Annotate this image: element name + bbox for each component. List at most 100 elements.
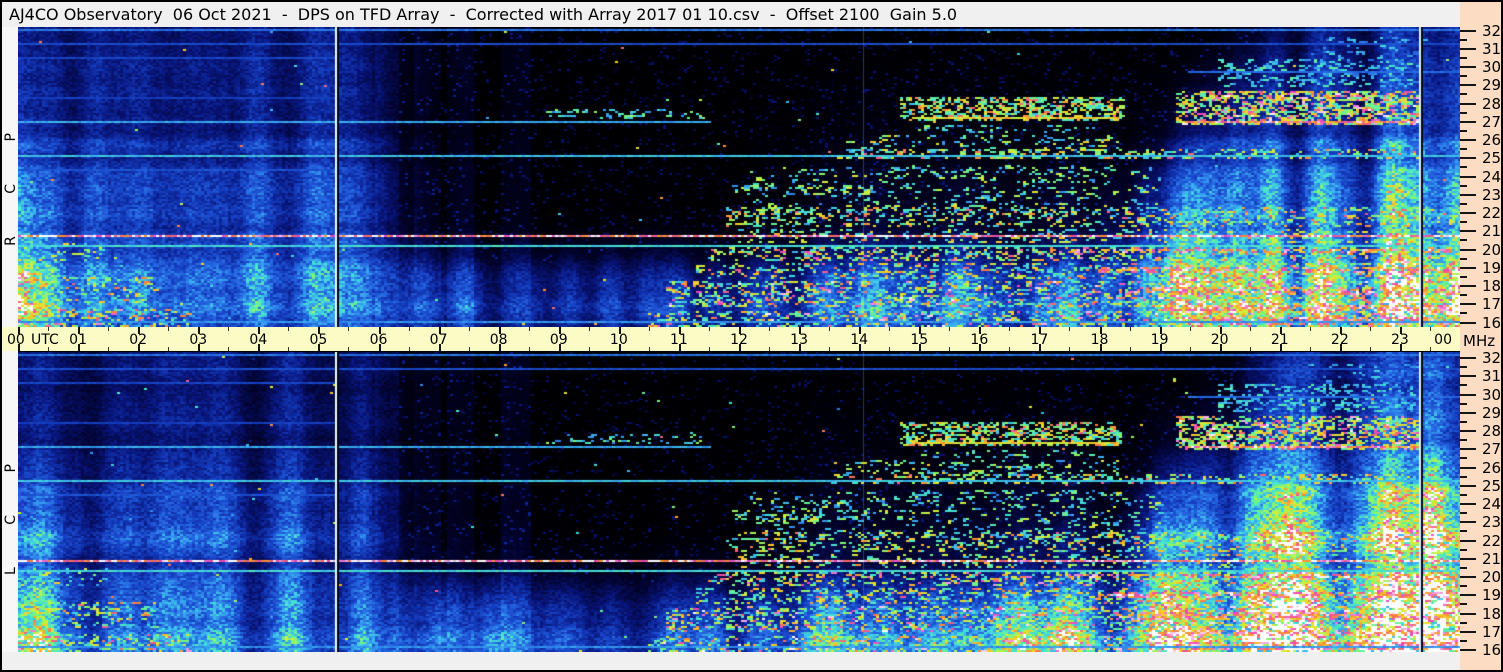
mhz-tick-label: 26 [1482,458,1502,477]
mhz-tick-label: 31 [1482,39,1502,58]
half-hour-tick [1009,347,1011,351]
time-tick-label: 23 [1390,332,1409,348]
frequency-axis: MHz 32 31 30 29 28 27 26 25 24 23 22 21 20 19 18 17 16 32… [1460,2,1501,670]
mhz-tick-label: 16 [1482,641,1502,659]
time-tick-label: 08 [489,332,508,348]
half-hour-tick [528,327,530,331]
mhz-tick [1460,630,1476,633]
mhz-tick [1460,120,1476,123]
mhz-tick [1460,175,1476,178]
mhz-minor-tick [1460,111,1467,114]
half-hour-tick [1249,327,1251,331]
time-axis-end-label: 00 [1434,332,1452,348]
half-hour-tick [408,327,410,331]
mhz-minor-tick [1460,294,1467,297]
mhz-tick [1460,375,1476,378]
mhz-tick-label: 24 [1482,167,1502,186]
mhz-minor-tick [1460,148,1467,151]
half-hour-tick [1129,347,1131,351]
half-hour-tick [348,347,350,351]
mhz-tick [1460,411,1476,414]
half-hour-tick [228,347,230,351]
mhz-tick [1460,557,1476,560]
mhz-tick-label: 18 [1482,277,1502,295]
half-hour-tick [1429,327,1431,331]
half-hour-tick [1429,347,1431,351]
hour-tick [18,327,20,334]
half-hour-tick [1369,347,1371,351]
mhz-minor-tick [1460,621,1467,624]
mhz-tick-label: 19 [1482,586,1502,605]
mhz-tick [1460,649,1476,651]
mhz-tick-label: 24 [1482,495,1502,513]
mhz-minor-tick [1460,420,1467,423]
mhz-tick-label: 17 [1482,622,1502,641]
time-tick-label: 06 [369,332,388,348]
time-axis: 00 UTC 00 01 02 03 04 05 06 07 08 09 10 11 12 13 14 15… [2,327,1460,351]
mhz-minor-tick [1460,275,1467,278]
time-tick-label: 05 [309,332,328,348]
mhz-minor-tick [1460,603,1467,606]
half-hour-tick [168,327,170,331]
time-tick-label: 17 [1030,332,1049,348]
mhz-tick [1460,448,1476,451]
mhz-minor-tick [1460,548,1467,551]
mhz-tick-label: 29 [1482,76,1502,95]
mhz-minor-tick [1460,439,1467,442]
mhz-minor-tick [1460,512,1467,515]
half-hour-tick [1069,327,1071,331]
dps-spectrogram-app: AJ4CO Observatory 06 Oct 2021 - DPS on T… [0,0,1503,672]
mhz-tick [1460,357,1476,359]
time-tick-label: 13 [790,332,808,348]
mhz-minor-tick [1460,312,1467,315]
half-hour-tick [288,347,290,351]
mhz-minor-tick [1460,402,1467,405]
mhz-minor-tick [1460,366,1467,369]
time-tick-label: 19 [1150,332,1169,348]
time-tick-label: 03 [189,332,208,348]
mhz-tick [1460,612,1476,615]
mhz-minor-tick [1460,75,1467,78]
time-tick-label: 01 [69,332,87,348]
mhz-minor-tick [1460,530,1467,533]
mhz-tick-label: 20 [1482,240,1502,259]
time-tick-label: 12 [730,332,748,348]
mhz-tick-label: 32 [1482,349,1502,367]
lcp-polarization-label: L C P [3,445,19,575]
mhz-tick [1460,576,1476,578]
mhz-tick [1460,193,1476,196]
utc-unit-label: UTC [31,332,59,348]
half-hour-tick [1069,347,1071,351]
mhz-minor-tick [1460,566,1467,569]
mhz-tick [1460,157,1476,160]
half-hour-tick [348,327,350,331]
mhz-tick-label: 22 [1482,531,1502,550]
half-hour-tick [769,327,771,331]
half-hour-tick [949,327,951,331]
time-tick-label: 21 [1270,332,1289,348]
mhz-tick-label: 32 [1482,21,1502,40]
half-hour-tick [588,327,590,331]
time-tick-label: 22 [1330,332,1349,348]
time-axis-start-label: 00 [7,332,25,348]
mhz-tick-label: 28 [1482,94,1502,113]
half-hour-tick [889,347,891,351]
time-tick-label: 10 [609,332,628,348]
mhz-tick [1460,503,1476,505]
mhz-tick-label: 22 [1482,204,1502,222]
half-hour-tick [588,347,590,351]
half-hour-tick [769,347,771,351]
half-hour-tick [708,327,710,331]
mhz-minor-tick [1460,457,1467,460]
half-hour-tick [1309,327,1311,331]
mhz-tick-label: 27 [1482,440,1502,459]
mhz-minor-tick [1460,239,1467,242]
mhz-tick [1460,102,1476,105]
time-tick-label: 20 [1210,332,1229,348]
mhz-tick [1460,484,1476,487]
mhz-tick [1460,303,1476,306]
half-hour-tick [528,347,530,351]
mhz-tick-label: 25 [1482,149,1502,168]
mhz-minor-tick [1460,184,1467,187]
mhz-tick-label: 28 [1482,422,1502,440]
